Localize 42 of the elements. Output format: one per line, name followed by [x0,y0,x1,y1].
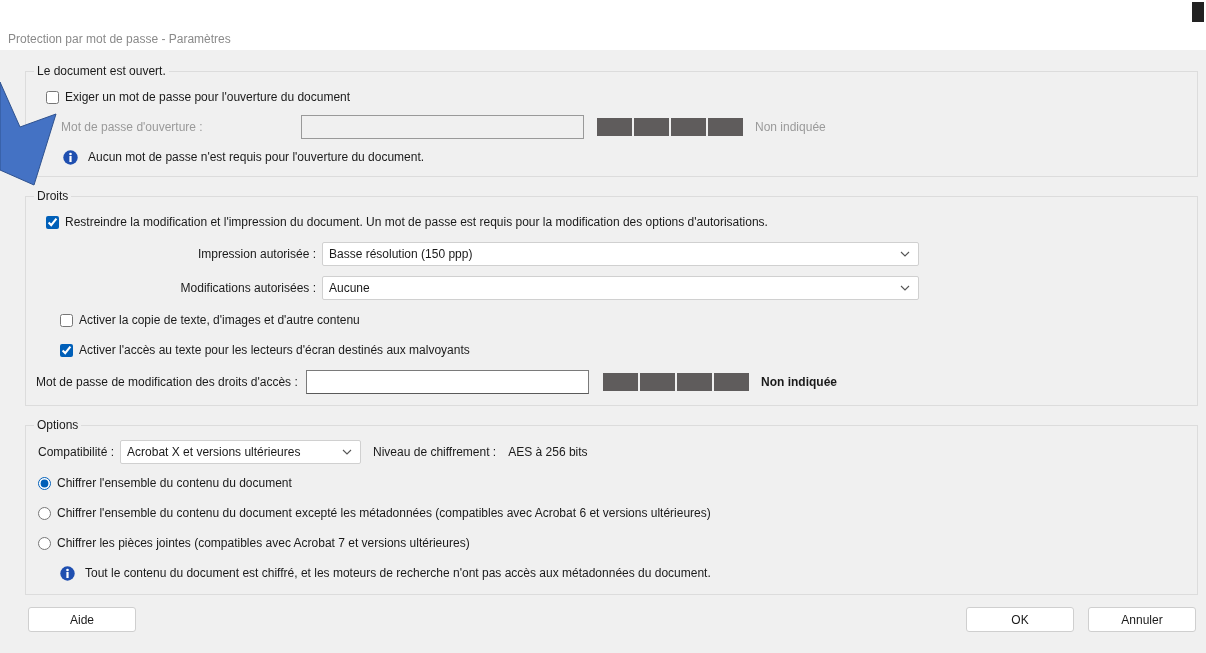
chevron-down-icon [900,285,910,291]
group-title: Options [36,418,80,432]
radio-button[interactable] [38,506,51,520]
strength-text: Non indiquée [761,374,837,391]
field-label: Mot de passe d'ouverture : [60,119,204,136]
dialog-button[interactable]: Annuler [1088,607,1196,632]
group-title: Droits [36,189,70,203]
info-icon [63,149,78,165]
group-title: Le document est ouvert. [36,64,167,78]
info-text: Aucun mot de passe n'est requis pour l'ouverture du document. [88,149,425,166]
checkbox-label: Restreindre la modification et l'impression du document. Un mot de passe est requis pour la modification des options d'autorisations. [65,214,768,231]
field-value: AES à 256 bits [508,444,588,461]
checkbox[interactable] [60,343,73,357]
checkbox[interactable] [46,215,59,229]
window-title: Protection par mot de passe - Paramètres [0,28,1206,50]
checkbox[interactable] [60,313,73,327]
checkbox-label: Exiger un mot de passe pour l'ouverture du document [65,89,351,106]
window-corner-mark [1192,2,1204,22]
field-label: Niveau de chiffrement : [373,444,497,461]
field-label: Modifications autorisées : [179,280,316,297]
field-label: Mot de passe de modification des droits d'accès : [36,374,299,391]
info-text: Tout le contenu du document est chiffré, et les moteurs de recherche n'ont pas accès aux métadonnées du document. [85,565,711,582]
radio-button[interactable] [38,536,51,550]
chevron-down-icon [342,449,353,455]
dialog-button[interactable]: OK [966,607,1074,632]
chevron-down-icon [900,251,910,257]
dropdown[interactable]: Basse résolution (150 ppp) [322,242,919,266]
checkbox[interactable] [46,90,59,104]
radio-label: Chiffrer l'ensemble du contenu du document excepté les métadonnées (compatibles avec Acrobat 6 et versions ultérieures) [57,505,711,522]
field-label: Impression autorisée : [196,246,316,263]
radio-label: Chiffrer l'ensemble du contenu du document [57,475,292,492]
radio-label: Chiffrer les pièces jointes (compatibles avec Acrobat 7 et versions ultérieures) [57,535,470,552]
dropdown[interactable]: Aucune [322,276,919,300]
radio-button[interactable] [38,476,51,490]
checkbox-label: Activer la copie de texte, d'images et d'autre contenu [79,312,360,329]
dropdown[interactable]: Acrobat X et versions ultérieures [120,440,362,464]
strength-text: Non indiquée [755,119,826,136]
dialog-button[interactable]: Aide [28,607,136,632]
password-field[interactable] [306,370,589,394]
info-icon [60,565,75,581]
field-label: Compatibilité : [38,444,115,461]
checkbox-label: Activer l'accès au texte pour les lecteurs d'écran destinés aux malvoyants [79,342,470,359]
